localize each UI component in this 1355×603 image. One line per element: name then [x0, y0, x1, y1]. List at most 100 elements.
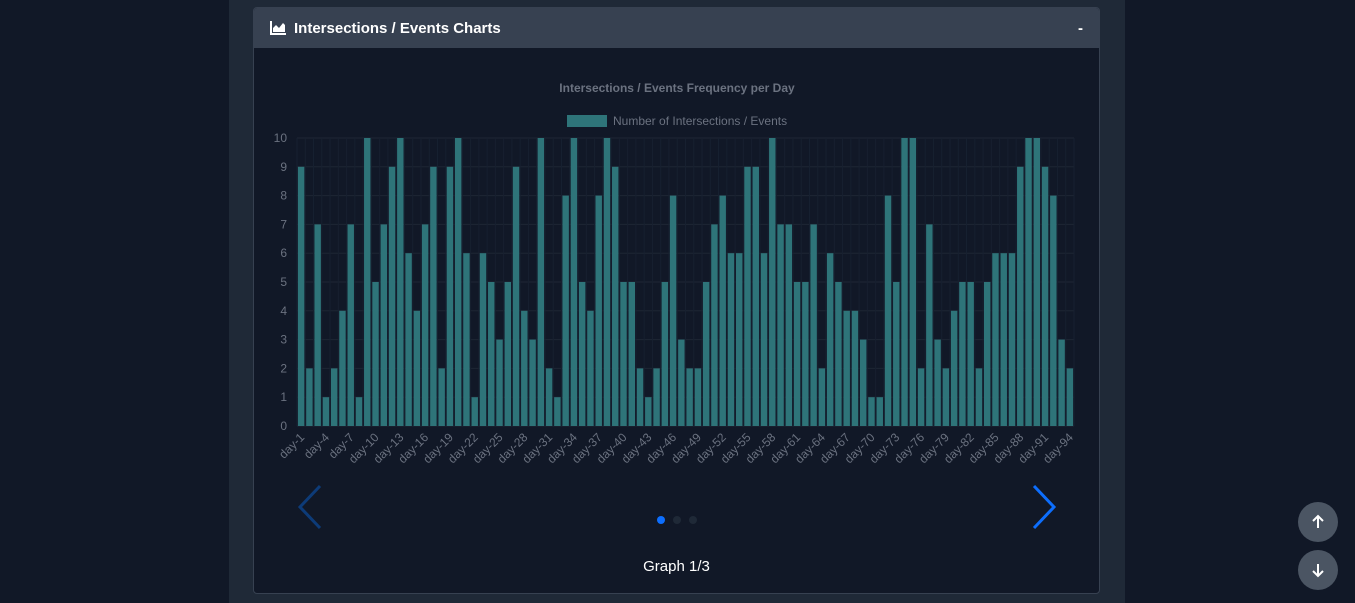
bar — [661, 282, 669, 426]
bar — [537, 138, 545, 426]
bar — [719, 195, 726, 426]
bar — [967, 282, 974, 426]
bar — [595, 195, 602, 426]
y-tick-label: 2 — [280, 361, 287, 375]
bar — [620, 282, 627, 426]
carousel-dot-2[interactable] — [672, 516, 681, 524]
bar — [587, 310, 594, 426]
y-tick-label: 0 — [280, 419, 287, 433]
bar — [802, 282, 809, 426]
card-title: Intersections / Events Charts — [294, 19, 501, 37]
bar — [554, 397, 561, 426]
bar — [760, 253, 768, 426]
bar — [1017, 166, 1024, 427]
bar — [777, 224, 784, 426]
y-tick-label: 6 — [280, 246, 287, 260]
bar — [653, 368, 660, 426]
bar — [1066, 368, 1074, 426]
bar — [438, 368, 445, 426]
bar — [364, 138, 371, 426]
carousel-caption: Graph 1/3 — [643, 558, 710, 575]
bar — [942, 368, 950, 426]
bar — [702, 282, 710, 426]
carousel-indicators — [254, 516, 1099, 524]
bar — [785, 224, 793, 426]
bar — [983, 282, 991, 426]
bar — [628, 282, 635, 426]
x-tick-label: day-4 — [301, 430, 332, 461]
arrow-up-icon — [1312, 514, 1324, 528]
bar — [884, 195, 892, 426]
bar — [901, 138, 908, 426]
y-tick-label: 10 — [274, 131, 288, 145]
bar — [330, 368, 338, 426]
bar — [380, 224, 388, 426]
bar — [570, 138, 578, 426]
chart-title: Intersections / Events Frequency per Day — [559, 81, 795, 95]
scroll-down-button[interactable] — [1298, 550, 1338, 590]
arrow-down-icon — [1312, 564, 1324, 578]
bar — [669, 195, 677, 426]
bar — [347, 224, 354, 426]
bar — [992, 253, 999, 426]
bar — [1008, 253, 1016, 426]
bar — [926, 224, 933, 426]
bar — [421, 224, 429, 426]
carousel-dot-3[interactable] — [688, 516, 697, 524]
bar — [727, 253, 735, 426]
bar — [397, 138, 404, 426]
bar — [959, 282, 966, 426]
y-tick-label: 5 — [280, 275, 287, 289]
bar — [372, 282, 379, 426]
bar — [893, 282, 900, 426]
bar — [479, 253, 487, 426]
bar — [512, 166, 520, 427]
bar — [1025, 138, 1032, 426]
x-tick-label: day-1 — [276, 430, 307, 461]
bar — [413, 310, 421, 426]
bar — [769, 138, 776, 426]
y-tick-label: 4 — [280, 304, 287, 318]
y-tick-label: 3 — [280, 333, 287, 347]
bar — [471, 397, 478, 426]
charts-card: Intersections / Events Charts - Intersec… — [253, 7, 1100, 594]
bar — [322, 397, 330, 426]
bar — [843, 310, 850, 426]
bar — [975, 368, 983, 426]
scroll-up-button[interactable] — [1298, 502, 1338, 542]
bar — [810, 224, 817, 426]
bar — [612, 166, 619, 427]
bar — [306, 368, 313, 426]
bar-chart: Intersections / Events Frequency per Day… — [274, 81, 1077, 466]
bar — [752, 166, 759, 427]
bar — [430, 166, 437, 427]
collapse-button[interactable]: - — [1078, 20, 1083, 37]
carousel-dot-1[interactable] — [656, 516, 665, 524]
bar — [488, 282, 495, 426]
bar — [504, 282, 512, 426]
bar — [388, 166, 396, 427]
bar — [496, 339, 503, 426]
bar — [678, 339, 685, 426]
bar — [545, 368, 553, 426]
legend-swatch — [567, 115, 607, 127]
bar — [603, 138, 611, 426]
bar — [694, 368, 702, 426]
bar — [521, 310, 528, 426]
bar — [744, 166, 751, 427]
bar — [636, 368, 644, 426]
bar — [736, 253, 743, 426]
bar — [909, 138, 917, 426]
bar — [1058, 339, 1065, 426]
bar — [1000, 253, 1007, 426]
card-header[interactable]: Intersections / Events Charts - — [254, 8, 1099, 48]
bar — [405, 253, 412, 426]
bar — [645, 397, 652, 426]
bar — [1050, 195, 1057, 426]
area-chart-icon — [270, 21, 286, 35]
y-tick-label: 1 — [280, 390, 287, 404]
bar — [851, 310, 859, 426]
bar — [917, 368, 925, 426]
bar — [868, 397, 875, 426]
bar — [578, 282, 586, 426]
